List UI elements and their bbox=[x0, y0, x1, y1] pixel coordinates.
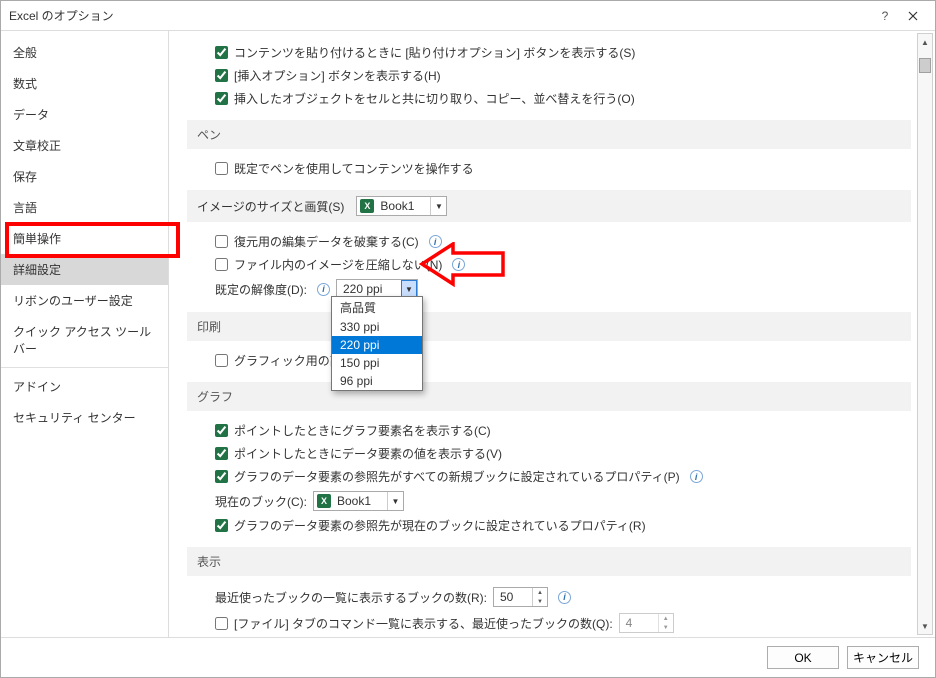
info-icon[interactable]: i bbox=[429, 235, 442, 248]
checkbox-chart-element-name[interactable] bbox=[215, 424, 228, 437]
spinner-file-tab[interactable]: 4 ▲▼ bbox=[619, 613, 674, 633]
dropdown-item-150ppi[interactable]: 150 ppi bbox=[332, 354, 422, 372]
sidebar-item-ease[interactable]: 簡単操作 bbox=[1, 223, 168, 254]
spinner-recent-books[interactable]: 50 ▲▼ bbox=[493, 587, 548, 607]
combo-current-book[interactable]: X Book1 ▼ bbox=[313, 491, 404, 511]
excel-icon: X bbox=[317, 494, 331, 508]
label-no-compress-images: ファイル内のイメージを圧縮しない(N) bbox=[234, 256, 442, 273]
label-discard-edit-data: 復元用の編集データを破棄する(C) bbox=[234, 233, 419, 250]
section-title-print: 印刷 bbox=[197, 318, 221, 335]
label-default-resolution: 既定の解像度(D): bbox=[215, 281, 307, 298]
spinner-up-icon[interactable]: ▲ bbox=[533, 588, 547, 597]
cancel-button[interactable]: キャンセル bbox=[847, 646, 919, 669]
sidebar-item-proofing[interactable]: 文章校正 bbox=[1, 130, 168, 161]
excel-icon: X bbox=[360, 199, 374, 213]
checkbox-show-paste-options[interactable] bbox=[215, 46, 228, 59]
combo-image-workbook-value: Book1 bbox=[374, 199, 430, 213]
sidebar-item-qat[interactable]: クイック アクセス ツール バー bbox=[1, 316, 168, 364]
scroll-up-icon[interactable]: ▲ bbox=[918, 34, 932, 50]
sidebar-item-language[interactable]: 言語 bbox=[1, 192, 168, 223]
label-show-paste-options: コンテンツを貼り付けるときに [貼り付けオプション] ボタンを表示する(S) bbox=[234, 44, 635, 61]
label-chart-element-name: ポイントしたときにグラフ要素名を表示する(C) bbox=[234, 422, 491, 439]
scroll-down-icon[interactable]: ▼ bbox=[918, 618, 932, 634]
options-content: コンテンツを貼り付けるときに [貼り付けオプション] ボタンを表示する(S) [… bbox=[169, 31, 935, 637]
info-icon[interactable]: i bbox=[317, 283, 330, 296]
scroll-thumb[interactable] bbox=[919, 58, 931, 73]
spinner-down-icon[interactable]: ▼ bbox=[659, 623, 673, 632]
checkbox-discard-edit-data[interactable] bbox=[215, 235, 228, 248]
checkbox-no-compress-images[interactable] bbox=[215, 258, 228, 271]
section-title-display: 表示 bbox=[197, 553, 221, 570]
checkbox-chart-props-current[interactable] bbox=[215, 519, 228, 532]
dropdown-item-96ppi[interactable]: 96 ppi bbox=[332, 372, 422, 390]
sidebar-item-formulas[interactable]: 数式 bbox=[1, 68, 168, 99]
dropdown-item-330ppi[interactable]: 330 ppi bbox=[332, 318, 422, 336]
sidebar-item-ribbon[interactable]: リボンのユーザー設定 bbox=[1, 285, 168, 316]
sidebar-item-addins[interactable]: アドイン bbox=[1, 371, 168, 402]
label-chart-props-current: グラフのデータ要素の参照先が現在のブックに設定されているプロパティ(R) bbox=[234, 517, 646, 534]
window-title: Excel のオプション bbox=[9, 7, 871, 24]
info-icon[interactable]: i bbox=[558, 591, 571, 604]
sidebar-divider bbox=[1, 367, 168, 368]
checkbox-use-pen-default[interactable] bbox=[215, 162, 228, 175]
checkbox-cut-copy-sort-objects[interactable] bbox=[215, 92, 228, 105]
info-icon[interactable]: i bbox=[690, 470, 703, 483]
sidebar-item-trust[interactable]: セキュリティ センター bbox=[1, 402, 168, 433]
category-sidebar: 全般 数式 データ 文章校正 保存 言語 簡単操作 詳細設定 リボンのユーザー設… bbox=[1, 31, 169, 637]
spinner-file-tab-value: 4 bbox=[620, 614, 658, 632]
dropdown-resolution: 高品質 330 ppi 220 ppi 150 ppi 96 ppi bbox=[331, 296, 423, 391]
spinner-up-icon[interactable]: ▲ bbox=[659, 614, 673, 623]
section-header-print: 印刷 bbox=[187, 312, 911, 341]
label-cut-copy-sort-objects: 挿入したオブジェクトをセルと共に切り取り、コピー、並べ替えを行う(O) bbox=[234, 90, 635, 107]
section-header-image: イメージのサイズと画質(S) X Book1 ▼ bbox=[187, 190, 911, 222]
ok-button[interactable]: OK bbox=[767, 646, 839, 669]
sidebar-item-save[interactable]: 保存 bbox=[1, 161, 168, 192]
scroll-track[interactable] bbox=[918, 50, 932, 618]
sidebar-item-data[interactable]: データ bbox=[1, 99, 168, 130]
dropdown-item-high-quality[interactable]: 高品質 bbox=[332, 297, 422, 318]
close-button[interactable] bbox=[899, 4, 927, 28]
section-header-pen: ペン bbox=[187, 120, 911, 149]
chevron-down-icon: ▼ bbox=[430, 197, 446, 215]
checkbox-chart-data-value[interactable] bbox=[215, 447, 228, 460]
label-current-book: 現在のブック(C): bbox=[215, 493, 307, 510]
help-button[interactable]: ? bbox=[871, 4, 899, 28]
dropdown-item-220ppi[interactable]: 220 ppi bbox=[332, 336, 422, 354]
sidebar-item-advanced[interactable]: 詳細設定 bbox=[1, 254, 168, 285]
checkbox-file-tab-recent[interactable] bbox=[215, 617, 228, 630]
section-header-display: 表示 bbox=[187, 547, 911, 576]
vertical-scrollbar[interactable]: ▲ ▼ bbox=[917, 33, 933, 635]
label-recent-books: 最近使ったブックの一覧に表示するブックの数(R): bbox=[215, 589, 487, 606]
combo-default-resolution-value: 220 ppi bbox=[337, 282, 401, 296]
checkbox-show-insert-options[interactable] bbox=[215, 69, 228, 82]
label-chart-props-all-new: グラフのデータ要素の参照先がすべての新規ブックに設定されているプロパティ(P) bbox=[234, 468, 680, 485]
combo-current-book-value: Book1 bbox=[331, 494, 387, 508]
spinner-down-icon[interactable]: ▼ bbox=[533, 597, 547, 606]
sidebar-item-general[interactable]: 全般 bbox=[1, 37, 168, 68]
section-title-chart: グラフ bbox=[197, 388, 233, 405]
section-title-image: イメージのサイズと画質(S) bbox=[197, 198, 344, 215]
checkbox-high-quality-graphics[interactable] bbox=[215, 354, 228, 367]
checkbox-chart-props-all-new[interactable] bbox=[215, 470, 228, 483]
section-header-chart: グラフ bbox=[187, 382, 911, 411]
label-chart-data-value: ポイントしたときにデータ要素の値を表示する(V) bbox=[234, 445, 502, 462]
label-use-pen-default: 既定でペンを使用してコンテンツを操作する bbox=[234, 160, 474, 177]
info-icon[interactable]: i bbox=[452, 258, 465, 271]
label-show-insert-options: [挿入オプション] ボタンを表示する(H) bbox=[234, 67, 441, 84]
combo-image-workbook[interactable]: X Book1 ▼ bbox=[356, 196, 447, 216]
spinner-recent-books-value: 50 bbox=[494, 588, 532, 606]
chevron-down-icon: ▼ bbox=[387, 492, 403, 510]
label-file-tab-recent: [ファイル] タブのコマンド一覧に表示する、最近使ったブックの数(Q): bbox=[234, 615, 613, 632]
section-title-pen: ペン bbox=[197, 126, 221, 143]
